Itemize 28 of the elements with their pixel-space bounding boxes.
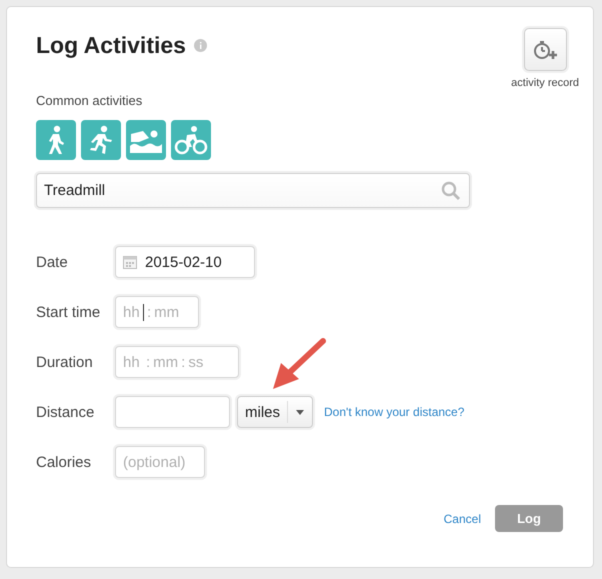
running-person-icon [87,125,115,155]
field-label: Distance [36,404,96,420]
unit-dropdown[interactable]: miles [237,396,314,428]
activity-button[interactable] [36,120,76,160]
calendar-icon [123,255,137,269]
distance-field[interactable] [115,396,230,428]
field-label: Date [36,254,69,270]
section-label: Common activities [36,93,142,108]
activity-record-button[interactable] [524,28,567,71]
info-icon[interactable] [194,38,207,52]
field-label: Calories [36,454,92,470]
field-label: Start time [36,304,102,320]
activity-search-field[interactable]: Treadmill [36,173,470,208]
date-field[interactable]: 2015-02-10 [115,246,255,278]
time-field[interactable]: hh : mm : ss [115,346,239,378]
activity-button[interactable] [126,120,166,160]
activity-button[interactable] [171,120,211,160]
caret-icon [296,410,304,414]
activity-record-label: activity record [511,77,579,89]
distance-help-link[interactable]: Don't know your distance? [324,405,464,419]
activity-button[interactable] [81,120,121,160]
search-icon[interactable] [441,180,461,200]
field-label: Duration [36,354,94,370]
page-title: Log Activities [36,32,186,58]
calories-field[interactable]: (optional) [115,446,205,478]
time-field[interactable]: hh : mm [115,296,199,328]
cyclist-icon [174,125,208,155]
cancel-link[interactable]: Cancel [444,512,481,526]
